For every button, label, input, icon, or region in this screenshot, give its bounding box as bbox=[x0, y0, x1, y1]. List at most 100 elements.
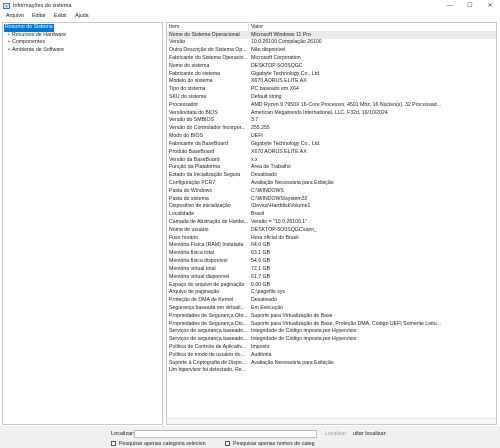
table-row[interactable]: Camada de Abstração de Hardw... Versão = … bbox=[167, 219, 496, 227]
menu-arquivo[interactable]: Arquivo bbox=[2, 13, 28, 19]
table-row[interactable]: Versão do SMBIOS 3.7 bbox=[167, 117, 496, 125]
checkbox-names[interactable] bbox=[225, 441, 230, 446]
table-row[interactable]: Tipo do sistema PC baseado em X64 bbox=[167, 86, 496, 94]
table-row[interactable]: Fabricante da BaseBoard Gigabyte Technolo… bbox=[167, 141, 496, 149]
close-find-button[interactable]: ultar localizar: bbox=[353, 431, 387, 437]
checkbox-category-row[interactable]: Pesquisar apenas categoria selecion bbox=[111, 441, 206, 447]
table-row[interactable]: Fabricante do Sistema Operacio... Microso… bbox=[167, 55, 496, 63]
cell-item: Memória física total bbox=[169, 250, 214, 257]
table-row[interactable]: Um hipervisor foi detectado. Re... bbox=[167, 367, 496, 375]
table-row[interactable]: Fuso horário Hora oficial do Brasil bbox=[167, 235, 496, 243]
tree-item-resumo-do-sistema[interactable]: Resumo do Sistema bbox=[3, 24, 162, 32]
table-row[interactable]: Memória física total 63,1 GB bbox=[167, 250, 496, 258]
cell-valor: 255.255 bbox=[251, 125, 270, 132]
table-row[interactable]: Versão da BaseBoard x.x bbox=[167, 157, 496, 165]
cell-item: Memória Física (RAM) Instalada bbox=[169, 242, 244, 249]
table-row[interactable]: Modo do BIOS UEFI bbox=[167, 133, 496, 141]
cell-item: Versão do SMBIOS bbox=[169, 117, 214, 124]
window-title: Informações do sistema bbox=[13, 2, 72, 9]
cell-valor: Desativado bbox=[251, 297, 277, 304]
table-row[interactable]: Outra Descrição do Sistema Op... Não disp… bbox=[167, 47, 496, 55]
table-row[interactable]: Pasta do Windows C:\WINDOWS bbox=[167, 188, 496, 196]
cell-valor: Gigabyte Technology Co., Ltd. bbox=[251, 140, 321, 147]
table-row[interactable]: Estado da Inicialização Segura Desativado bbox=[167, 172, 496, 180]
cell-valor: 10.0.26100 Compilação 26100 bbox=[251, 39, 322, 46]
cell-valor: Brasil bbox=[251, 211, 264, 218]
cell-item: Serviços de segurança baseado... bbox=[169, 328, 248, 335]
table-row[interactable]: Pasta do sistema C:\WINDOWS\system32 bbox=[167, 196, 496, 204]
cell-item: Versão/data do BIOS bbox=[169, 109, 218, 116]
table-row[interactable]: Função da Plataforma Área de Trabalho bbox=[167, 164, 496, 172]
cell-item: Nome do Sistema Operacional bbox=[169, 31, 240, 38]
tree-item-recursos-de-hardware[interactable]: + Recursos de Hardware bbox=[3, 32, 162, 40]
column-header-item[interactable]: Item bbox=[167, 23, 249, 31]
find-input[interactable] bbox=[134, 430, 317, 438]
cell-valor: 61,7 GB bbox=[251, 273, 271, 280]
horizontal-scrollbar[interactable] bbox=[167, 418, 496, 424]
table-row[interactable]: Memória Física (RAM) Instalada 64,0 GB bbox=[167, 242, 496, 250]
table-row[interactable]: Serviços de segurança baseado... Integrid… bbox=[167, 328, 496, 336]
cell-valor: Desativado bbox=[251, 172, 277, 179]
table-row[interactable]: Propriedades de Segurança Obr... Suporte … bbox=[167, 313, 496, 321]
cell-item: Política de Controle de Aplicativ... bbox=[169, 344, 246, 350]
close-icon[interactable]: ✕ bbox=[480, 0, 500, 11]
table-row[interactable]: Memória virtual disponível 61,7 GB bbox=[167, 274, 496, 282]
find-button[interactable]: Localizar bbox=[320, 429, 351, 439]
cell-item: Processador bbox=[169, 101, 199, 108]
cell-item: Fabricante do sistema bbox=[169, 70, 221, 77]
table-row[interactable]: Nome do Sistema Operacional Microsoft Win… bbox=[167, 31, 496, 40]
table-row[interactable]: Serviços de segurança baseado... Integrid… bbox=[167, 336, 496, 344]
table-row[interactable]: Segurança baseada em virtuali... Em Execu… bbox=[167, 305, 496, 313]
cell-valor: Versão = "10.0.26100.1" bbox=[251, 219, 308, 225]
cell-item: Fabricante da BaseBoard bbox=[169, 140, 228, 147]
table-row[interactable]: SKU do sistema Default string bbox=[167, 94, 496, 102]
cell-item: Arquivo de paginação bbox=[169, 289, 220, 296]
cell-item: Dispositivo de inicialização bbox=[169, 203, 231, 210]
tree-item-componentes[interactable]: + Componentes bbox=[3, 39, 162, 47]
cell-valor: x.x bbox=[251, 156, 258, 163]
column-header-valor[interactable]: Valor bbox=[249, 23, 496, 31]
table-row[interactable]: Nome de usuário DESKTOP-5O0SQGC\usro_ bbox=[167, 227, 496, 235]
table-row[interactable]: Política de modo de usuário do... Auditor… bbox=[167, 352, 496, 360]
table-row[interactable]: Modelo do sistema X670 AORUS ELITE AX bbox=[167, 78, 496, 86]
table-header: Item Valor bbox=[167, 23, 496, 32]
table-row[interactable]: Processador AMD Ryzen 9 7950X 16-Core Pro… bbox=[167, 102, 496, 110]
table-row[interactable]: Propriedades de Segurança Dis... Suporte … bbox=[167, 321, 496, 329]
table-row[interactable]: Versão do Controlador Incorpor... 255.255 bbox=[167, 125, 496, 133]
cell-valor: C:\WINDOWS bbox=[251, 187, 284, 194]
table-row[interactable]: Nome do sistema DESKTOP-5O0SQGC bbox=[167, 63, 496, 71]
table-row[interactable]: Dispositivo de inicialização \Device\Hard… bbox=[167, 203, 496, 211]
table-row[interactable]: Espaço do arquivo de paginação 9,00 GB bbox=[167, 282, 496, 290]
table-row[interactable]: Versão 10.0.26100 Compilação 26100 bbox=[167, 39, 496, 47]
cell-valor: Área de Trabalho bbox=[251, 164, 291, 171]
cell-item: Modelo do sistema bbox=[169, 78, 213, 85]
table-row[interactable]: Localidade Brasil bbox=[167, 211, 496, 219]
tree-item-ambiente-de-software[interactable]: + Ambiente de Software bbox=[3, 47, 162, 55]
table-row[interactable]: Configuração PCR7 Avaliação Necessária pa… bbox=[167, 180, 496, 188]
table-row[interactable]: Fabricante do sistema Gigabyte Technology… bbox=[167, 71, 496, 79]
cell-item: Propriedades de Segurança Dis... bbox=[169, 320, 247, 327]
table-row[interactable]: Memória física disponível 54,6 GB bbox=[167, 258, 496, 266]
table-row[interactable]: Memória virtual total 72,1 GB bbox=[167, 266, 496, 274]
menu-exibir[interactable]: Exibir bbox=[50, 13, 71, 19]
table-row[interactable]: Suporte à Criptografia de Dispo... Avalia… bbox=[167, 360, 496, 368]
cell-valor: Gigabyte Technology Co., Ltd. bbox=[251, 70, 321, 77]
table-row[interactable]: Proteção de DMA de Kernel Desativado bbox=[167, 297, 496, 305]
cell-valor: 63,1 GB bbox=[251, 250, 271, 257]
cell-valor bbox=[249, 367, 496, 375]
cell-item: Fabricante do Sistema Operacio... bbox=[169, 54, 248, 61]
menu-editar[interactable]: Editar bbox=[28, 13, 50, 19]
cell-valor: Auditoria bbox=[251, 351, 272, 358]
table-row[interactable]: Produto BaseBoard X670 AORUS ELITE AX bbox=[167, 149, 496, 157]
maximize-icon[interactable]: ☐ bbox=[460, 0, 480, 11]
cell-valor: 9,00 GB bbox=[251, 281, 271, 288]
find-label: Localizar: bbox=[111, 431, 135, 437]
table-row[interactable]: Versão/data do BIOS American Megatrends I… bbox=[167, 110, 496, 118]
checkbox-category[interactable] bbox=[111, 441, 116, 446]
checkbox-names-row[interactable]: Pesquisar apenas nomes de categ bbox=[225, 441, 315, 447]
table-row[interactable]: Política de Controle de Aplicativ... Impo… bbox=[167, 344, 496, 352]
menu-ajuda[interactable]: Ajuda bbox=[71, 13, 93, 19]
table-row[interactable]: Arquivo de paginação C:\pagefile.sys bbox=[167, 289, 496, 297]
cell-item: Política de modo de usuário do... bbox=[169, 351, 245, 358]
minimize-icon[interactable]: — bbox=[440, 0, 460, 11]
